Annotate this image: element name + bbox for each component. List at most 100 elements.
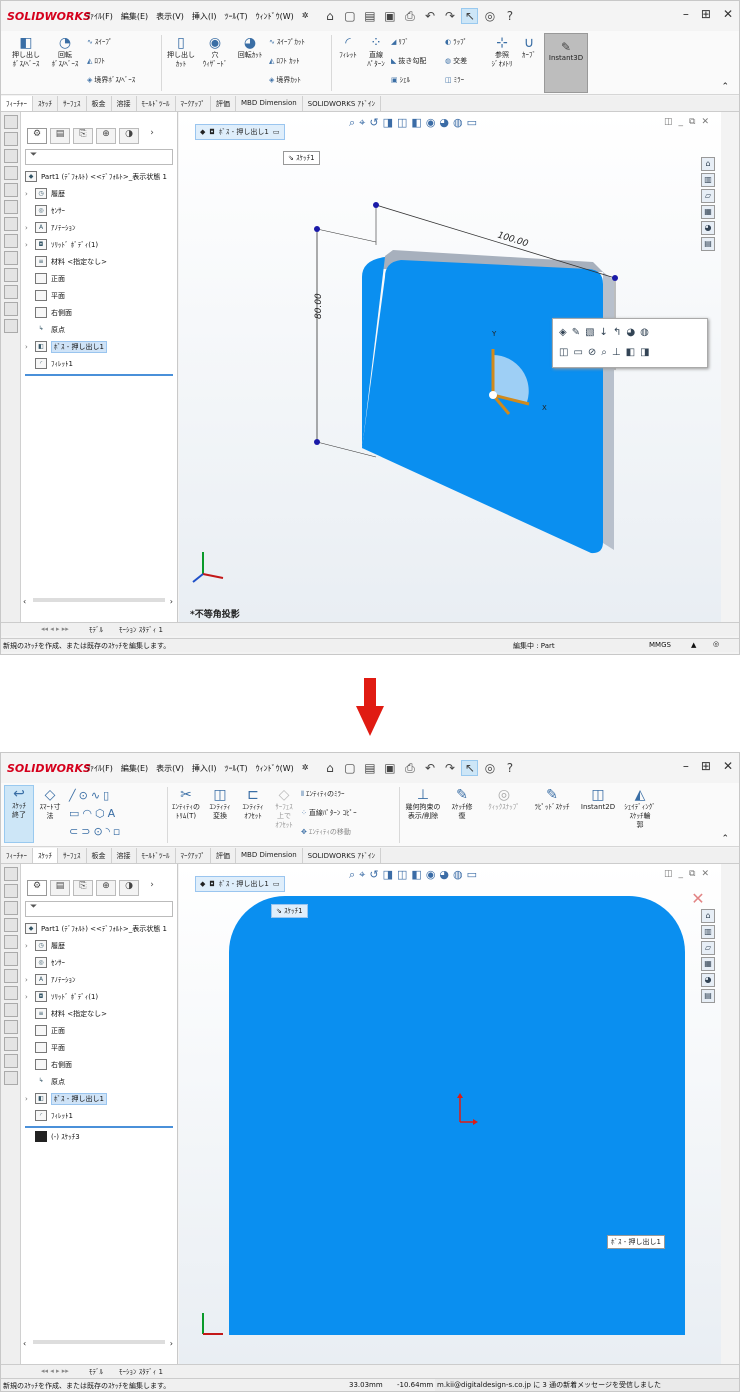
zoom-selection-icon[interactable]: ⌕ xyxy=(601,347,612,358)
isolate-icon[interactable]: ◧ xyxy=(626,347,640,358)
extrude-cut-button[interactable]: ▯ 押し出し ｶｯﾄ xyxy=(164,35,198,69)
design-library-icon[interactable]: ▥ xyxy=(701,173,715,187)
draft-button[interactable]: ◣ 抜き勾配 xyxy=(391,56,426,66)
strip-icon[interactable] xyxy=(4,183,18,197)
tree-filter[interactable]: ⏷ xyxy=(25,901,173,917)
tab-sketch[interactable]: ｽｹｯﾁ xyxy=(33,848,58,863)
appearances-icon[interactable]: ◕ xyxy=(701,973,715,987)
strip-icon[interactable] xyxy=(4,918,18,932)
zoom-fit-icon[interactable]: ⌕ xyxy=(349,868,359,881)
scroll-right-icon[interactable]: › xyxy=(170,1339,173,1348)
intersect-button[interactable]: ◍ 交差 xyxy=(445,56,467,66)
undo-icon[interactable]: ↶ xyxy=(421,9,438,23)
hole-wizard-button[interactable]: ◉ 穴 ｳｨｻﾞｰﾄﾞ xyxy=(198,35,232,69)
sketch1-tag[interactable]: ⇘ ｽｹｯﾁ1 xyxy=(271,904,308,918)
color-icon[interactable]: ◍ xyxy=(640,327,654,338)
loft-button[interactable]: ◭ ﾛﾌﾄ xyxy=(87,56,105,66)
smart-dimension-button[interactable]: ◇ ｽﾏｰﾄ寸 法 xyxy=(35,787,65,821)
property-manager-tab-icon[interactable]: ▤ xyxy=(50,128,70,144)
collapse-ribbon-icon[interactable]: ⌃ xyxy=(721,834,729,844)
appearances-icon[interactable]: ◕ xyxy=(701,221,715,235)
tab-weldments[interactable]: 溶接 xyxy=(112,848,137,863)
tab-addins[interactable]: SOLIDWORKS ｱﾄﾞｲﾝ xyxy=(303,848,382,863)
boundary-boss-button[interactable]: ◈ 境界ﾎﾞｽ/ﾍﾞｰｽ xyxy=(87,75,135,85)
tab-model[interactable]: ﾓﾃﾞﾙ xyxy=(89,1367,103,1377)
circle-icon[interactable]: ⊙ xyxy=(79,789,91,802)
menu-view[interactable]: 表示(V) xyxy=(153,761,187,776)
tree-item-annotations[interactable]: › A ｱﾉﾃｰｼｮﾝ xyxy=(25,971,177,988)
strip-icon[interactable] xyxy=(4,319,18,333)
tree-item-top-plane[interactable]: 平面 xyxy=(25,287,177,304)
strip-icon[interactable] xyxy=(4,149,18,163)
custom-properties-icon[interactable]: ▤ xyxy=(701,989,715,1003)
home-icon[interactable]: ⌂ xyxy=(321,9,338,23)
strip-icon[interactable] xyxy=(4,234,18,248)
strip-icon[interactable] xyxy=(4,268,18,282)
rebuild-icon[interactable]: ◎ xyxy=(481,9,498,23)
restore-icon[interactable]: ⊞ xyxy=(701,7,711,21)
menu-file[interactable]: ﾌｧｲﾙ(F) xyxy=(83,761,116,776)
parent-icon[interactable]: ↰ xyxy=(613,327,626,338)
tree-item-boss-extrude[interactable]: › ◧ ﾎﾞｽ - 押し出し1 xyxy=(25,1090,177,1107)
exit-sketch-button[interactable]: ↩ ｽｹｯﾁ 終了 xyxy=(4,785,34,843)
configuration-tab-icon[interactable]: ⎘ xyxy=(73,128,93,144)
loft-cut-button[interactable]: ◭ ﾛﾌﾄ ｶｯﾄ xyxy=(269,56,300,66)
pin-icon[interactable]: ✲ xyxy=(299,761,312,776)
resources-icon[interactable]: ⌂ xyxy=(701,909,715,923)
tab-features[interactable]: ﾌｨｰﾁｬｰ xyxy=(1,848,33,863)
mirror-button[interactable]: ◫ ﾐﾗｰ xyxy=(445,75,464,85)
rollback-bar[interactable] xyxy=(25,374,173,376)
arc-icon[interactable]: ◠ xyxy=(82,807,95,820)
close-icon[interactable]: ✕ xyxy=(723,759,733,773)
appearance-icon[interactable]: ◕ xyxy=(626,327,640,338)
file-explorer-icon[interactable]: ▱ xyxy=(701,189,715,203)
tree-item-boss-extrude[interactable]: › ◧ ﾎﾞｽ - 押し出し1 xyxy=(25,338,177,355)
horizontal-scrollbar[interactable] xyxy=(33,1340,165,1344)
shell-button[interactable]: ▣ ｼｪﾙ xyxy=(391,75,410,85)
strip-icon[interactable] xyxy=(4,285,18,299)
save-icon[interactable]: ▣ xyxy=(381,9,398,23)
hide-show-icon[interactable]: ◉ xyxy=(426,868,440,881)
strip-icon[interactable] xyxy=(4,986,18,1000)
plane-icon[interactable]: ▫ xyxy=(113,825,123,838)
curves-button[interactable]: ∪ ｶｰﾌﾞ xyxy=(516,35,542,60)
text-icon[interactable]: ▯ xyxy=(103,789,112,802)
dimxpert-tab-icon[interactable]: ⊕ xyxy=(96,880,116,896)
tab-evaluate[interactable]: 評価 xyxy=(211,96,236,111)
view-icon[interactable]: ◫ xyxy=(559,347,573,358)
home-icon[interactable]: ⌂ xyxy=(321,761,338,775)
nav-arrows-icon[interactable]: ◂◂ ◂ ▸ ▸▸ xyxy=(41,625,69,633)
tree-filter[interactable]: ⏷ xyxy=(25,149,173,165)
file-explorer-icon[interactable]: ▱ xyxy=(701,941,715,955)
offset-on-surface-button[interactable]: ◇ ｻｰﾌｪｽ 上で ｵﾌｾｯﾄ xyxy=(271,787,297,830)
previous-view-icon[interactable]: ↺ xyxy=(369,868,382,881)
more-tabs-icon[interactable]: › xyxy=(142,880,162,896)
tab-sheetmetal[interactable]: 板金 xyxy=(87,96,112,111)
view-orientation-icon[interactable]: ◫ xyxy=(397,868,411,881)
custom-properties-icon[interactable]: ▤ xyxy=(701,237,715,251)
tree-item-origin[interactable]: ↳ 原点 xyxy=(25,1073,177,1090)
tab-surfaces[interactable]: ｻｰﾌｪｽ xyxy=(58,96,87,111)
tab-features[interactable]: ﾌｨｰﾁｬｰ xyxy=(1,96,33,111)
viewport-minimize-icon[interactable]: _ xyxy=(679,869,690,879)
redo-icon[interactable]: ↷ xyxy=(441,9,458,23)
open-icon[interactable]: ▤ xyxy=(361,9,378,23)
configuration-tab-icon[interactable]: ⎘ xyxy=(73,880,93,896)
tree-item-history[interactable]: › ◷ 履歴 xyxy=(25,185,177,202)
linear-pattern-button[interactable]: ⁘ 直線 ﾊﾟﾀｰﾝ xyxy=(362,35,390,69)
tab-addins[interactable]: SOLIDWORKS ｱﾄﾞｲﾝ xyxy=(303,96,382,111)
section-view-icon[interactable]: ◨ xyxy=(383,868,397,881)
tree-item-solid-bodies[interactable]: › ◘ ｿﾘｯﾄﾞ ﾎﾞﾃﾞｨ(1) xyxy=(25,236,177,253)
height-dimension-value[interactable]: 80.00 xyxy=(314,293,324,319)
tree-item-sensors[interactable]: ◎ ｾﾝｻｰ xyxy=(25,202,177,219)
sweep-cut-button[interactable]: ∿ ｽｲｰﾌﾟｶｯﾄ xyxy=(269,37,305,47)
tab-mold-tools[interactable]: ﾓｰﾙﾄﾞﾂｰﾙ xyxy=(137,848,176,863)
line-icon[interactable]: ╱ xyxy=(69,789,79,802)
rapid-sketch-button[interactable]: ✎ ﾗﾋﾟｯﾄﾞｽｹｯﾁ xyxy=(529,787,575,812)
tree-item-right-plane[interactable]: 右側面 xyxy=(25,1056,177,1073)
strip-icon[interactable] xyxy=(4,1037,18,1051)
rib-button[interactable]: ◢ ﾘﾌﾞ xyxy=(391,37,409,47)
strip-icon[interactable] xyxy=(4,166,18,180)
tree-item-history[interactable]: › ◷ 履歴 xyxy=(25,937,177,954)
tab-weldments[interactable]: 溶接 xyxy=(112,96,137,111)
